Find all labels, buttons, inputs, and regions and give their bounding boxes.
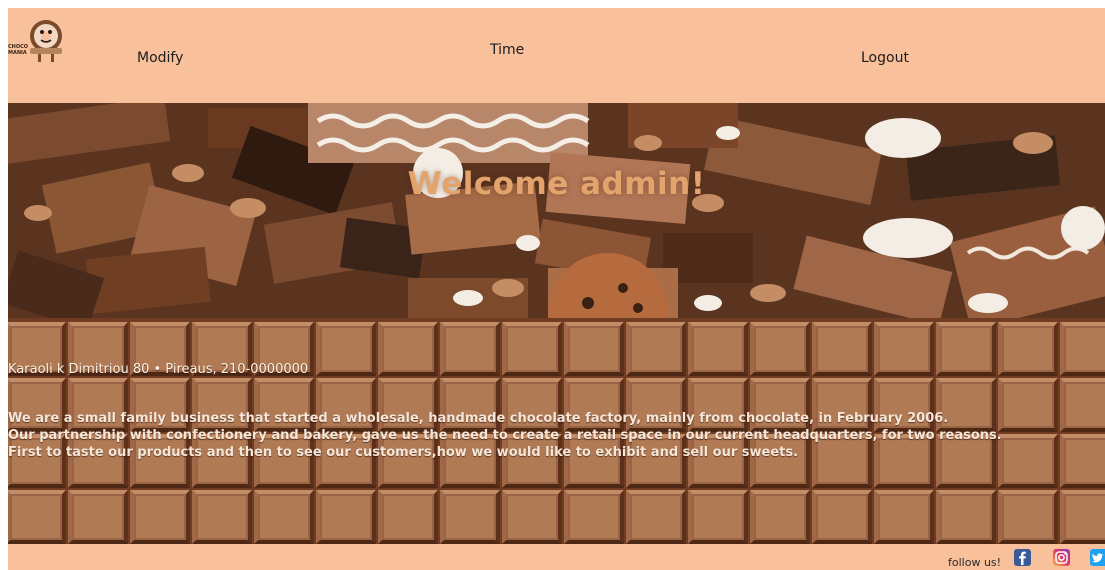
chocolate-tile [750, 322, 810, 376]
chocolate-tile [440, 322, 500, 376]
nav-modify[interactable]: Modify [137, 50, 183, 66]
chocolate-tile [564, 322, 624, 376]
chocolate-tile [564, 490, 624, 544]
footer-bar: follow us! [8, 544, 1105, 570]
about-section: Karaoli k Dimitriou 80 • Pireaus, 210-00… [8, 318, 1105, 544]
welcome-title: Welcome admin! [407, 166, 706, 202]
donut-logo-icon [30, 20, 62, 62]
about-line-3: First to taste our products and then to … [8, 445, 799, 460]
chocolate-tile [750, 490, 810, 544]
chocolate-tile [626, 490, 686, 544]
chocolate-tile [130, 490, 190, 544]
chocolate-tile [998, 322, 1058, 376]
chocolate-tile [936, 490, 996, 544]
chocolate-pile-image [8, 103, 1105, 318]
follow-us-label: follow us! [948, 556, 1002, 569]
chocolate-tile [688, 490, 748, 544]
about-line-1: We are a small family business that star… [8, 411, 949, 426]
chocolate-tile [316, 490, 376, 544]
choco-mania-logo[interactable]: CHOCO MANIA [8, 14, 70, 66]
chocolate-tile [68, 490, 128, 544]
chocolate-tile [8, 490, 66, 544]
twitter-icon[interactable] [1090, 549, 1105, 566]
chocolate-tile [998, 490, 1058, 544]
chocolate-tile [1060, 490, 1105, 544]
chocolate-tile [316, 322, 376, 376]
chocolate-tile [378, 322, 438, 376]
nav-time[interactable]: Time [490, 42, 524, 58]
instagram-icon[interactable] [1053, 549, 1070, 566]
chocolate-tile [502, 490, 562, 544]
chocolate-tile [440, 490, 500, 544]
nav-logout[interactable]: Logout [861, 50, 909, 66]
page: CHOCO MANIA Modify Time Logout Welcome a… [8, 8, 1105, 570]
chocolate-tile [936, 322, 996, 376]
chocolate-tile [378, 490, 438, 544]
address-line: Karaoli k Dimitriou 80 • Pireaus, 210-00… [8, 362, 309, 377]
facebook-icon[interactable] [1014, 549, 1031, 566]
chocolate-tile [254, 490, 314, 544]
hero-banner: Welcome admin! [8, 103, 1105, 318]
logo-wordmark: CHOCO MANIA [8, 44, 29, 56]
about-line-2: Our partnership with confectionery and b… [8, 428, 1002, 443]
chocolate-tile [192, 490, 252, 544]
chocolate-tile [626, 322, 686, 376]
chocolate-tile [874, 322, 934, 376]
chocolate-tile [812, 490, 872, 544]
header-bar: CHOCO MANIA Modify Time Logout [8, 8, 1105, 103]
about-text: We are a small family business that star… [8, 410, 1105, 461]
chocolate-tile [1060, 322, 1105, 376]
chocolate-tile [812, 322, 872, 376]
chocolate-tile [874, 490, 934, 544]
chocolate-tile [688, 322, 748, 376]
chocolate-tile [502, 322, 562, 376]
